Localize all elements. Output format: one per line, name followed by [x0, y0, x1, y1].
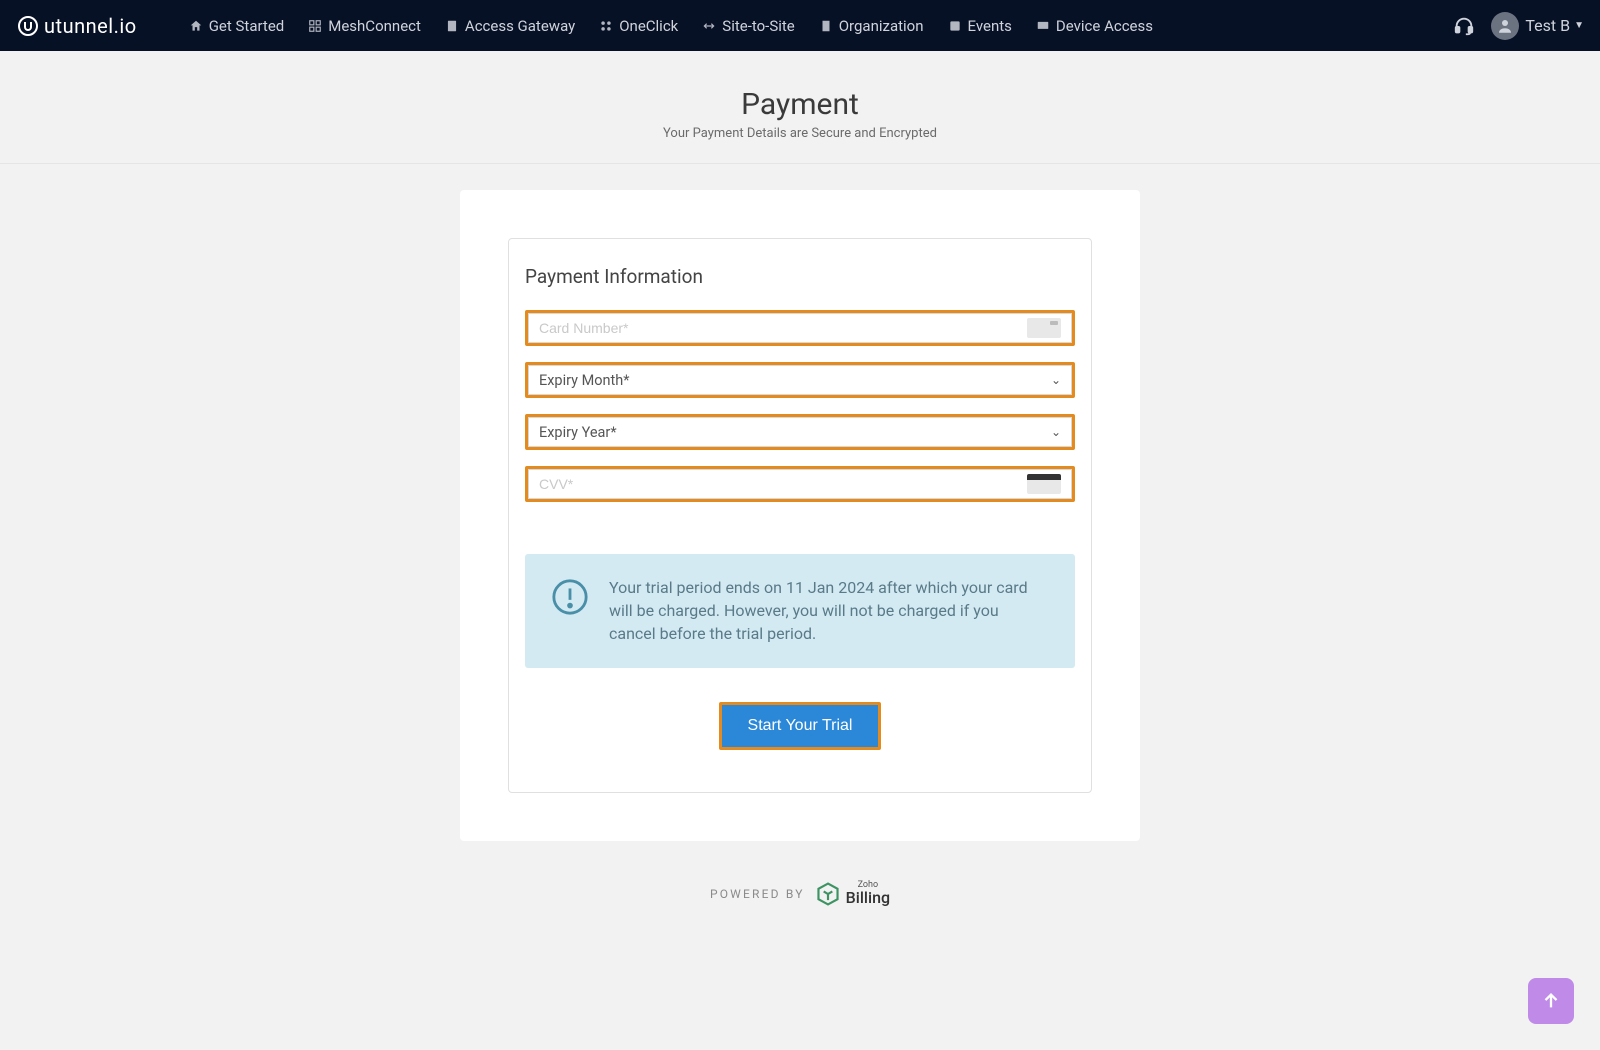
org-icon	[819, 19, 833, 33]
expiry-year-label: Expiry Year*	[539, 424, 1051, 441]
nav-label: Access Gateway	[465, 17, 575, 35]
payment-card: Payment Information Expiry Month* ⌄ Expi…	[460, 190, 1140, 841]
expiry-month-label: Expiry Month*	[539, 372, 1051, 389]
cta-highlight-border: Start Your Trial	[719, 702, 882, 750]
expiry-year-select[interactable]: Expiry Year* ⌄	[528, 417, 1072, 447]
expiry-month-select[interactable]: Expiry Month* ⌄	[528, 365, 1072, 395]
server-icon	[445, 19, 459, 33]
trial-info-banner: Your trial period ends on 11 Jan 2024 af…	[525, 554, 1075, 668]
nav-access-gateway[interactable]: Access Gateway	[433, 0, 587, 51]
events-icon	[948, 19, 962, 33]
nav-site-to-site[interactable]: Site-to-Site	[690, 0, 806, 51]
page-header: Payment Your Payment Details are Secure …	[0, 51, 1600, 164]
expiry-month-wrap: Expiry Month* ⌄	[525, 362, 1075, 398]
nav-events[interactable]: Events	[936, 0, 1024, 51]
cvv-wrap	[525, 466, 1075, 502]
page-title: Payment	[0, 87, 1600, 122]
nav-label: Get Started	[209, 17, 285, 35]
nav-label: OneClick	[619, 17, 678, 35]
oneclick-icon	[599, 19, 613, 33]
top-navbar: utunnel.io Get Started MeshConnect Acces…	[0, 0, 1600, 51]
payment-info-box: Payment Information Expiry Month* ⌄ Expi…	[508, 238, 1092, 793]
nav-items: Get Started MeshConnect Access Gateway O…	[177, 0, 1454, 51]
zoho-mark-icon	[815, 881, 841, 907]
zoho-label-big: Billing	[846, 890, 890, 906]
nav-meshconnect[interactable]: MeshConnect	[296, 0, 433, 51]
payment-heading: Payment Information	[525, 265, 1075, 288]
info-circle-icon	[551, 578, 589, 616]
nav-label: Organization	[839, 17, 924, 35]
expiry-year-wrap: Expiry Year* ⌄	[525, 414, 1075, 450]
nav-get-started[interactable]: Get Started	[177, 0, 297, 51]
start-trial-button[interactable]: Start Your Trial	[722, 705, 879, 747]
card-number-input[interactable]	[539, 320, 1027, 336]
utunnel-logo-icon	[16, 14, 40, 38]
card-brand-icon	[1027, 318, 1061, 338]
brand-logo[interactable]: utunnel.io	[16, 14, 137, 38]
arrow-up-icon	[1540, 990, 1562, 1012]
powered-by-footer: POWERED BY Zoho Billing	[0, 881, 1600, 907]
nav-label: Device Access	[1056, 17, 1153, 35]
nav-organization[interactable]: Organization	[807, 0, 936, 51]
cvv-input[interactable]	[539, 476, 1027, 492]
chevron-down-icon: ⌄	[1051, 425, 1061, 439]
caret-down-icon: ▼	[1574, 20, 1584, 31]
zoho-billing-logo[interactable]: Zoho Billing	[815, 881, 890, 907]
brand-text: utunnel.io	[44, 14, 137, 38]
cta-wrap: Start Your Trial	[525, 702, 1075, 750]
headset-icon[interactable]	[1453, 15, 1475, 37]
avatar	[1491, 12, 1519, 40]
card-number-wrap	[525, 310, 1075, 346]
chevron-down-icon: ⌄	[1051, 373, 1061, 387]
nav-device-access[interactable]: Device Access	[1024, 0, 1165, 51]
device-icon	[1036, 19, 1050, 33]
user-name: Test B	[1525, 16, 1570, 35]
person-icon	[1496, 17, 1514, 35]
powered-by-label: POWERED BY	[710, 887, 805, 901]
mesh-icon	[308, 19, 322, 33]
card-cvv-icon	[1027, 474, 1061, 494]
nav-right: Test B ▼	[1453, 12, 1584, 40]
home-icon	[189, 19, 203, 33]
nav-label: Site-to-Site	[722, 17, 794, 35]
nav-oneclick[interactable]: OneClick	[587, 0, 690, 51]
trial-info-text: Your trial period ends on 11 Jan 2024 af…	[609, 576, 1049, 646]
user-menu[interactable]: Test B ▼	[1491, 12, 1584, 40]
page-subtitle: Your Payment Details are Secure and Encr…	[0, 126, 1600, 141]
scroll-to-top-button[interactable]	[1528, 978, 1574, 1024]
nav-label: MeshConnect	[328, 17, 421, 35]
site-icon	[702, 19, 716, 33]
nav-label: Events	[968, 17, 1012, 35]
